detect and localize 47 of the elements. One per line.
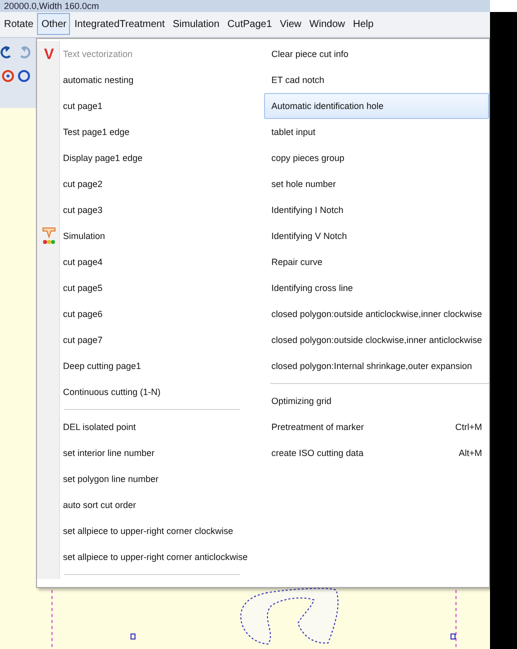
shortcut-label: Alt+M: [458, 448, 482, 458]
menu-item[interactable]: Pretreatment of marker Ctrl+M: [264, 414, 489, 440]
menu-bar-item[interactable]: View: [276, 13, 306, 36]
menu-item[interactable]: Identifying I Notch: [264, 197, 489, 223]
menu-item[interactable]: closed polygon:outside anticlockwise,inner clockwise: [264, 301, 489, 327]
menu-item[interactable]: set interior line number: [37, 440, 260, 466]
menu-item[interactable]: cut page5: [37, 275, 260, 301]
menu-item[interactable]: auto sort cut order: [37, 492, 260, 518]
menu-bar-item[interactable]: Rotate: [0, 13, 38, 36]
menu-item[interactable]: Deep cutting page1: [37, 353, 260, 379]
menu-item[interactable]: Repair curve: [264, 249, 489, 275]
menu-item[interactable]: cut page4: [37, 249, 260, 275]
menu-item[interactable]: set polygon line number: [37, 466, 260, 492]
menu-item[interactable]: Continuous cutting (1-N): [37, 379, 260, 405]
shortcut-label: Ctrl+M: [455, 422, 482, 432]
menu-item[interactable]: Automatic identification hole: [264, 93, 489, 119]
menu-item[interactable]: ET cad notch: [264, 67, 489, 93]
menu-item[interactable]: Simulation: [37, 223, 260, 249]
menu-item[interactable]: set allpiece to upper-right corner anticlockwise: [37, 544, 260, 570]
menu-item[interactable]: set allpiece to upper-right corner clockwise: [37, 518, 260, 544]
menu-item[interactable]: closed polygon:Internal shrinkage,outer expansion: [264, 353, 489, 379]
window-title: 20000.0,Width 160.0cm: [3, 0, 100, 12]
menu-bar-item[interactable]: Window: [305, 13, 349, 36]
menu-item[interactable]: automatic nesting: [37, 67, 260, 93]
menu-item[interactable]: closed polygon:outside clockwise,inner anticlockwise: [264, 327, 489, 353]
menu-item[interactable]: set hole number: [264, 171, 489, 197]
menu-item[interactable]: Identifying V Notch: [264, 223, 489, 249]
menu-item[interactable]: cut page2: [37, 171, 260, 197]
menu-item[interactable]: copy pieces group: [264, 145, 489, 171]
menu-item[interactable]: tablet input: [264, 119, 489, 145]
menu-item[interactable]: cut page7: [37, 327, 260, 353]
menu-item[interactable]: cut page3: [37, 197, 260, 223]
menu-bar-item[interactable]: Other: [37, 13, 70, 36]
menu-item[interactable]: cut page6: [37, 301, 260, 327]
menu-bar-item[interactable]: Simulation: [168, 13, 224, 36]
menu-item[interactable]: Optimizing grid: [264, 388, 489, 414]
menu-bar-item[interactable]: Help: [348, 13, 378, 36]
menu-item[interactable]: Display page1 edge: [37, 145, 260, 171]
menu-item[interactable]: Test page1 edge: [37, 119, 260, 145]
letter-icon: V: [44, 46, 54, 62]
menu-item[interactable]: cut page1: [37, 93, 260, 119]
menu-bar-item[interactable]: IntegratedTreatment: [70, 13, 169, 36]
menu-item[interactable]: DEL isolated point: [37, 414, 260, 440]
menu-item[interactable]: Identifying cross line: [264, 275, 489, 301]
menu-item[interactable]: create ISO cutting data Alt+M: [264, 440, 489, 466]
menu-bar-item[interactable]: CutPage1: [223, 13, 276, 36]
menu-item[interactable]: Clear piece cut info: [264, 41, 489, 67]
